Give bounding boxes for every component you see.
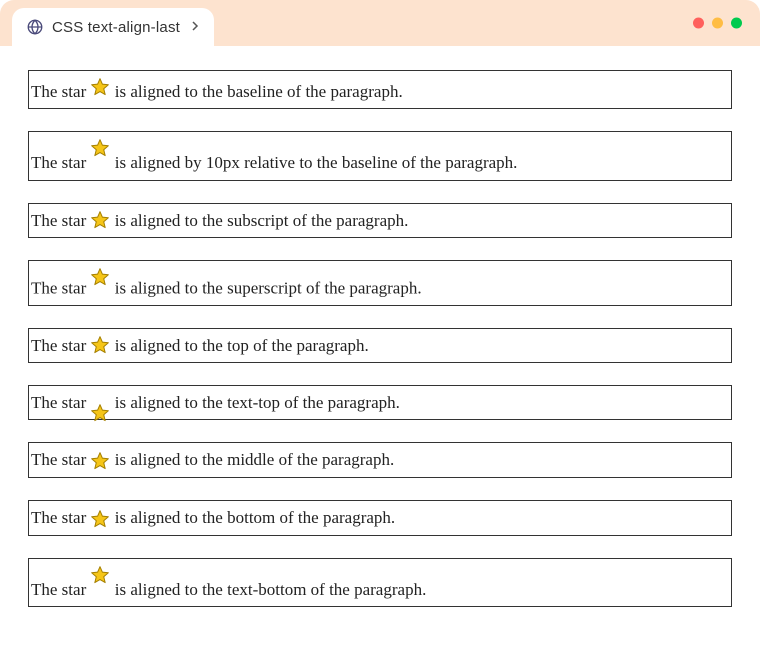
example-suffix: is aligned to the text-top of the paragr… <box>110 393 399 412</box>
example-suffix: is aligned to the bottom of the paragrap… <box>110 508 395 527</box>
example-row: The star is aligned to the middle of the… <box>28 442 732 478</box>
example-row: The star is aligned to the top of the pa… <box>28 328 732 363</box>
example-prefix: The star <box>31 278 90 297</box>
example-suffix: is aligned by 10px relative to the basel… <box>110 153 517 172</box>
example-suffix: is aligned to the text-bottom of the par… <box>110 580 426 599</box>
titlebar: CSS text-align-last <box>0 0 760 46</box>
tab-title: CSS text-align-last <box>52 19 180 36</box>
close-window-button[interactable] <box>693 18 704 29</box>
example-row: The star is aligned to the bottom of the… <box>28 500 732 535</box>
example-row: The star is aligned to the superscript o… <box>28 260 732 306</box>
browser-tab[interactable]: CSS text-align-last <box>12 8 214 46</box>
example-suffix: is aligned to the superscript of the par… <box>110 278 421 297</box>
example-prefix: The star <box>31 82 90 101</box>
example-prefix: The star <box>31 450 90 469</box>
example-prefix: The star <box>31 508 90 527</box>
window-controls <box>693 18 742 29</box>
page-content: The star is aligned to the baseline of t… <box>0 46 760 667</box>
example-prefix: The star <box>31 153 90 172</box>
example-prefix: The star <box>31 580 90 599</box>
minimize-window-button[interactable] <box>712 18 723 29</box>
example-row: The star is aligned by 10px relative to … <box>28 131 732 180</box>
example-row: The star is aligned to the baseline of t… <box>28 70 732 109</box>
example-row: The star is aligned to the text-bottom o… <box>28 558 732 607</box>
example-prefix: The star <box>31 211 90 230</box>
example-suffix: is aligned to the baseline of the paragr… <box>110 82 402 101</box>
example-suffix: is aligned to the middle of the paragrap… <box>110 450 394 469</box>
example-row: The star is aligned to the text-top of t… <box>28 385 732 420</box>
browser-window: CSS text-align-last The star is aligned … <box>0 0 760 667</box>
example-row: The star is aligned to the subscript of … <box>28 203 732 238</box>
maximize-window-button[interactable] <box>731 18 742 29</box>
globe-icon <box>26 18 44 36</box>
example-prefix: The star <box>31 336 90 355</box>
chevron-right-icon <box>190 18 200 36</box>
example-prefix: The star <box>31 393 90 412</box>
example-suffix: is aligned to the subscript of the parag… <box>110 211 408 230</box>
example-suffix: is aligned to the top of the paragraph. <box>110 336 368 355</box>
